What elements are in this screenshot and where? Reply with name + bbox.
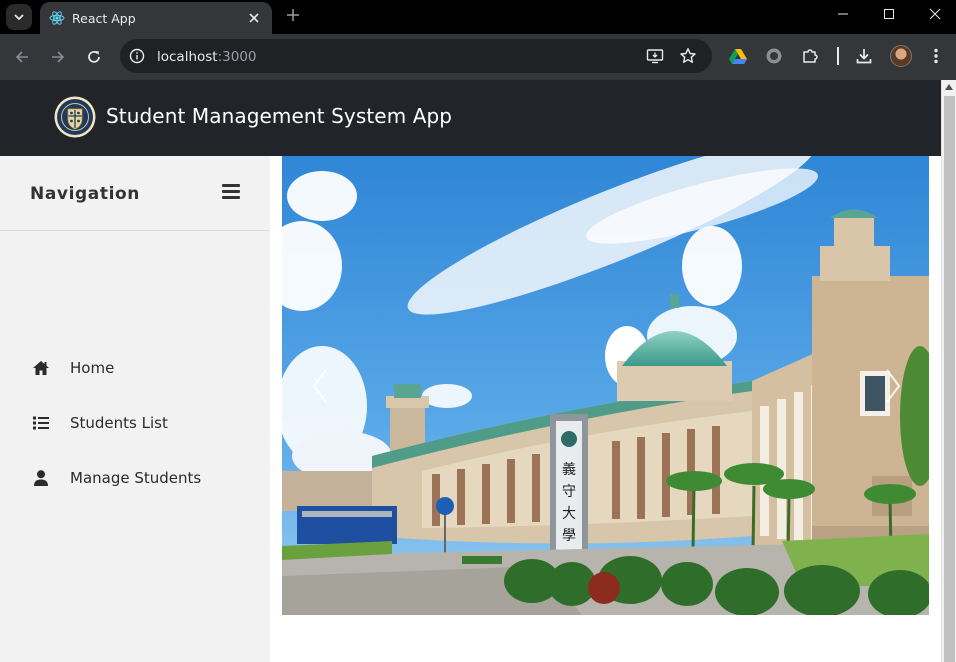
chevron-left-icon[interactable] <box>306 366 336 406</box>
toolbar-separator <box>837 47 839 65</box>
extension-circle-icon[interactable] <box>764 46 784 66</box>
browser-tab-strip: React App <box>0 0 956 34</box>
list-icon <box>33 416 49 430</box>
address-bar[interactable]: localhost:3000 <box>120 39 712 73</box>
url-port: :3000 <box>217 49 257 65</box>
university-seal-logo[interactable] <box>54 96 96 138</box>
url-text: localhost:3000 <box>157 49 257 65</box>
svg-text:大: 大 <box>562 506 576 522</box>
app-title: Student Management System App <box>106 104 453 128</box>
browser-toolbar: localhost:3000 <box>0 34 956 80</box>
page-scrollbar[interactable] <box>941 80 956 662</box>
sidebar-item-label: Home <box>70 359 115 377</box>
scroll-up-arrow-icon[interactable] <box>945 84 953 90</box>
sidebar-header: Navigation <box>0 156 270 231</box>
campus-photo: 義 守 大 學 <box>282 156 929 615</box>
user-icon <box>34 470 48 486</box>
maximize-icon[interactable] <box>875 3 903 25</box>
window-close-icon[interactable] <box>921 3 949 25</box>
profile-avatar[interactable] <box>890 45 912 67</box>
sidebar-item-students-list[interactable]: Students List <box>0 403 270 443</box>
download-icon[interactable] <box>854 46 874 66</box>
forward-icon[interactable] <box>46 45 70 69</box>
sidebar-item-manage-students[interactable]: Manage Students <box>0 458 270 498</box>
sidebar-item-label: Manage Students <box>70 469 202 487</box>
page-viewport: Student Management System App Navigation… <box>0 80 956 662</box>
menu-kebab-icon[interactable] <box>926 46 946 66</box>
svg-text:學: 學 <box>562 528 576 544</box>
sidebar-item-label: Students List <box>70 414 168 432</box>
install-app-icon[interactable] <box>646 47 664 65</box>
bookmark-star-icon[interactable] <box>679 47 697 65</box>
tab-search-icon[interactable] <box>6 4 32 30</box>
site-info-icon[interactable] <box>128 47 146 65</box>
tab-title: React App <box>72 11 136 26</box>
home-icon <box>33 361 49 375</box>
sidebar: Navigation Home Students List Manage Stu… <box>0 156 270 662</box>
browser-tab[interactable]: React App <box>40 2 272 34</box>
sidebar-item-home[interactable]: Home <box>0 348 270 388</box>
new-tab-icon[interactable] <box>282 4 304 26</box>
extensions-puzzle-icon[interactable] <box>800 46 820 66</box>
minimize-icon[interactable] <box>829 3 857 25</box>
app-header: Student Management System App <box>0 80 941 156</box>
close-icon[interactable] <box>244 8 264 28</box>
google-drive-icon[interactable] <box>728 46 748 66</box>
url-host: localhost <box>157 49 218 65</box>
chevron-right-icon[interactable] <box>877 366 907 406</box>
image-carousel: 義 守 大 學 <box>282 156 929 615</box>
reload-icon[interactable] <box>82 45 106 69</box>
scroll-thumb[interactable] <box>944 96 955 662</box>
hamburger-icon[interactable] <box>222 184 240 200</box>
svg-text:義: 義 <box>562 461 576 478</box>
react-favicon <box>49 11 65 25</box>
svg-text:守: 守 <box>562 484 576 500</box>
sidebar-title: Navigation <box>30 184 140 204</box>
back-icon[interactable] <box>10 45 34 69</box>
